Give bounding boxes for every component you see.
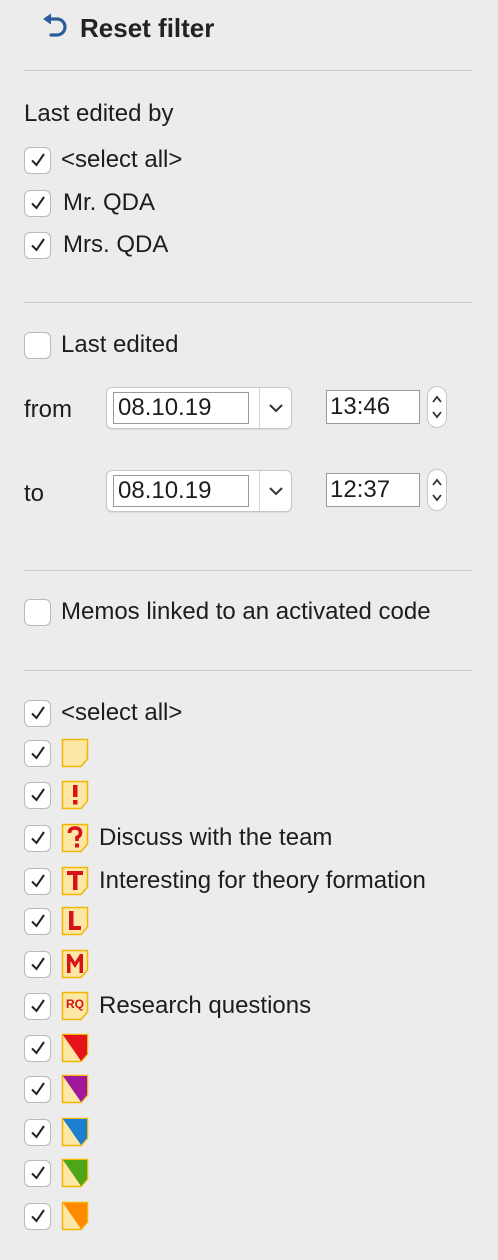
- memo-type-row[interactable]: [24, 738, 89, 768]
- from-time-field[interactable]: 13:46: [326, 390, 420, 424]
- separator: [24, 70, 473, 71]
- memo-type-checkbox[interactable]: [24, 1159, 51, 1187]
- memo-type-row[interactable]: [24, 1117, 89, 1147]
- last-edited-by-heading: Last edited by: [24, 100, 174, 127]
- from-time-stepper[interactable]: [427, 386, 447, 428]
- memo-question-icon: [61, 823, 89, 853]
- to-date-picker[interactable]: 08.10.19: [106, 470, 292, 512]
- editor-mrs-qda-row[interactable]: Mrs. QDA: [24, 230, 168, 260]
- memo-type-row[interactable]: [24, 1201, 89, 1231]
- memo-type-row[interactable]: Interesting for theory formation: [24, 866, 426, 896]
- memo-blue-icon: [61, 1117, 89, 1147]
- memo-type-checkbox[interactable]: [24, 1202, 51, 1230]
- memo-type-label: Interesting for theory formation: [99, 867, 426, 894]
- memo-type-row[interactable]: [24, 780, 89, 810]
- memo-type-checkbox[interactable]: [24, 867, 51, 895]
- from-date-dropdown-button[interactable]: [260, 403, 291, 413]
- memo-type-checkbox[interactable]: [24, 824, 51, 852]
- memo-type-checkbox[interactable]: [24, 1075, 51, 1103]
- editor-mrs-qda-label: Mrs. QDA: [63, 231, 169, 258]
- editor-select-all-row[interactable]: <select all>: [24, 145, 182, 175]
- memo-type-row[interactable]: RQ Research questions: [24, 991, 311, 1021]
- from-date-picker[interactable]: 08.10.19: [106, 387, 292, 429]
- last-edited-checkbox[interactable]: [24, 331, 51, 359]
- memo-orange-icon: [61, 1201, 89, 1231]
- memo-type-row[interactable]: [24, 949, 89, 979]
- memo-blank-icon: [61, 738, 89, 768]
- editor-mr-qda-checkbox[interactable]: [24, 189, 51, 217]
- activated-code-label: Memos linked to an activated code: [61, 598, 431, 625]
- editor-mr-qda-label: Mr. QDA: [63, 189, 156, 216]
- memo-purple-icon: [61, 1074, 89, 1104]
- memo-type-checkbox[interactable]: [24, 1034, 51, 1062]
- memo-type-checkbox[interactable]: [24, 1118, 51, 1146]
- editor-select-all-checkbox[interactable]: [24, 146, 51, 174]
- activated-code-row[interactable]: Memos linked to an activated code: [24, 597, 431, 627]
- reset-filter-button[interactable]: Reset filter: [40, 12, 214, 44]
- from-label: from: [24, 396, 72, 423]
- memo-m-icon: [61, 949, 89, 979]
- editor-mr-qda-row[interactable]: Mr. QDA: [24, 188, 155, 218]
- memo-rq-icon: RQ: [61, 991, 89, 1021]
- last-edited-label: Last edited: [61, 331, 179, 358]
- svg-text:RQ: RQ: [66, 997, 84, 1011]
- stepper-arrows-icon: [432, 478, 442, 502]
- undo-arrow-icon: [40, 13, 70, 44]
- to-time-field[interactable]: 12:37: [326, 473, 420, 507]
- memo-type-checkbox[interactable]: [24, 781, 51, 809]
- to-time-stepper[interactable]: [427, 469, 447, 511]
- memo-type-checkbox[interactable]: [24, 739, 51, 767]
- memo-type-checkbox[interactable]: [24, 992, 51, 1020]
- editor-select-all-label: <select all>: [61, 146, 183, 173]
- memo-type-row[interactable]: [24, 906, 89, 936]
- from-date-field[interactable]: 08.10.19: [113, 392, 249, 424]
- memo-exclamation-icon: [61, 780, 89, 810]
- last-edited-row[interactable]: Last edited: [24, 330, 178, 360]
- memo-t-icon: [61, 866, 89, 896]
- to-date-field[interactable]: 08.10.19: [113, 475, 249, 507]
- activated-code-checkbox[interactable]: [24, 598, 51, 626]
- memo-select-all-row[interactable]: <select all>: [24, 698, 182, 728]
- reset-filter-label: Reset filter: [80, 12, 215, 43]
- memo-type-row[interactable]: [24, 1033, 89, 1063]
- memo-type-checkbox[interactable]: [24, 950, 51, 978]
- memo-red-icon: [61, 1033, 89, 1063]
- to-label: to: [24, 480, 45, 507]
- memo-type-checkbox[interactable]: [24, 907, 51, 935]
- to-date-dropdown-button[interactable]: [260, 486, 291, 496]
- memo-select-all-label: <select all>: [61, 699, 183, 726]
- memo-type-row[interactable]: [24, 1074, 89, 1104]
- memo-green-icon: [61, 1158, 89, 1188]
- memo-type-row[interactable]: Discuss with the team: [24, 823, 332, 853]
- memo-l-icon: [61, 906, 89, 936]
- editor-mrs-qda-checkbox[interactable]: [24, 231, 51, 259]
- memo-type-label: Discuss with the team: [99, 824, 333, 851]
- separator: [24, 570, 473, 571]
- separator: [24, 302, 473, 303]
- chevron-down-icon: [268, 404, 283, 413]
- memo-type-row[interactable]: [24, 1158, 89, 1188]
- memo-select-all-checkbox[interactable]: [24, 699, 51, 727]
- memo-type-label: Research questions: [99, 992, 312, 1019]
- stepper-arrows-icon: [432, 395, 442, 419]
- chevron-down-icon: [268, 487, 283, 496]
- separator: [24, 670, 473, 671]
